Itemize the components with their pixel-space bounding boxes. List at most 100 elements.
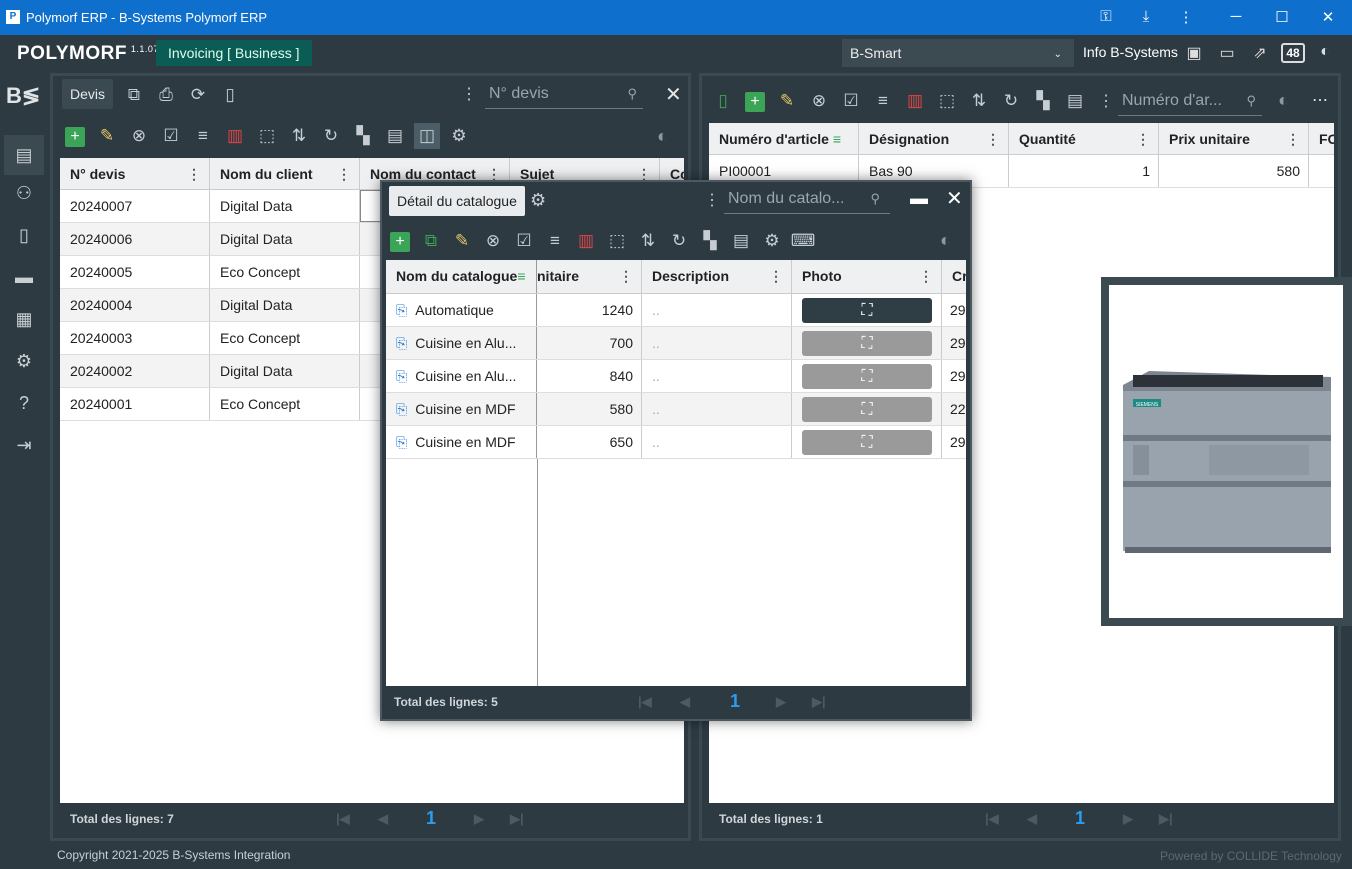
table-row[interactable]: ⎘ Cuisine en Alu... 840 .. ⛶ 29 — [386, 360, 966, 393]
notification-badge[interactable]: 48 — [1281, 43, 1305, 63]
document-link-icon[interactable]: ⎘ — [396, 302, 407, 318]
add-icon[interactable]: + — [742, 88, 768, 114]
close-panel-icon[interactable]: ✕ — [665, 82, 682, 107]
next-page-icon[interactable]: ▶ — [474, 811, 484, 827]
add-document-icon[interactable]: ▯ — [710, 88, 736, 114]
minimize-button[interactable]: ─ — [1224, 8, 1248, 25]
column-menu-icon[interactable]: ⋮ — [769, 260, 783, 292]
current-page[interactable]: 1 — [730, 691, 740, 712]
prev-page-icon[interactable]: ◀ — [680, 694, 690, 710]
article-search-input[interactable]: Numéro d'ar... ⚲ — [1118, 86, 1262, 116]
prev-page-icon[interactable]: ◀ — [378, 811, 388, 827]
convert-icon[interactable]: ⟳ — [185, 82, 211, 108]
more-options-icon[interactable]: ⋮ — [461, 84, 477, 104]
next-page-icon[interactable]: ▶ — [1123, 811, 1133, 827]
delete-icon[interactable]: ▥ — [573, 228, 599, 254]
add-icon[interactable]: + — [62, 123, 88, 149]
edit-icon[interactable]: ✎ — [94, 123, 120, 149]
view-photo-button[interactable]: ⛶ — [802, 364, 932, 389]
column-menu-icon[interactable]: ⋮ — [1136, 123, 1150, 154]
help-icon[interactable]: ? — [8, 387, 40, 419]
column-menu-icon[interactable]: ⋮ — [919, 260, 933, 292]
column-menu-icon[interactable]: ⋮ — [619, 260, 633, 292]
add-icon[interactable]: + — [387, 228, 413, 254]
theme-icon[interactable]: ◐ — [657, 126, 668, 147]
tab-devis[interactable]: Devis — [62, 79, 114, 109]
documents-icon[interactable]: ▯ — [8, 219, 40, 251]
col-client-name[interactable]: Nom du client ⋮ — [210, 158, 360, 189]
view-photo-button[interactable]: ⛶ — [802, 430, 932, 455]
column-select-icon[interactable]: ▚ — [1030, 88, 1056, 114]
info-company-link[interactable]: Info B-Systems — [1083, 44, 1178, 60]
document-link-icon[interactable]: ⎘ — [396, 401, 407, 417]
select-all-icon[interactable]: ⬚ — [934, 88, 960, 114]
bulk-edit-icon[interactable]: ≡ — [542, 228, 568, 254]
column-select-icon[interactable]: ▚ — [350, 123, 376, 149]
close-dialog-icon[interactable]: ✕ — [946, 186, 963, 211]
theme-icon[interactable]: ◐ — [940, 230, 951, 251]
column-menu-icon[interactable]: ⋮ — [337, 158, 351, 189]
quote-search-input[interactable]: N° devis ⚲ — [485, 79, 643, 109]
table-row[interactable]: ⎘ Cuisine en MDF 650 .. ⛶ 29 — [386, 426, 966, 459]
sort-icon[interactable]: ⇅ — [635, 228, 661, 254]
more-options-icon[interactable]: ⋮ — [1098, 91, 1114, 111]
module-label[interactable]: Invoicing [ Business ] — [156, 40, 312, 66]
current-page[interactable]: 1 — [1075, 808, 1085, 829]
copy-icon[interactable]: ⧉ — [121, 82, 147, 108]
view-photo-button[interactable]: ⛶ — [802, 331, 932, 356]
user-settings-icon[interactable]: ⚇ — [8, 177, 40, 209]
column-menu-icon[interactable]: ⋮ — [187, 158, 201, 189]
calendar-icon[interactable]: ▦ — [8, 303, 40, 335]
col-unit-price[interactable]: Prix unitaire ⋮ — [1159, 123, 1309, 154]
edit-icon[interactable]: ✎ — [449, 228, 475, 254]
document-link-icon[interactable]: ⎘ — [396, 335, 407, 351]
table-row[interactable]: ⎘ Automatique 1240 .. ⛶ 29 — [386, 294, 966, 327]
sort-icon[interactable]: ⇅ — [286, 123, 312, 149]
refresh-icon[interactable]: ↻ — [998, 88, 1024, 114]
col-more[interactable]: FO — [1309, 123, 1334, 154]
maximize-dialog-icon[interactable]: ▬ — [910, 188, 928, 209]
edit-icon[interactable]: ✎ — [774, 88, 800, 114]
select-all-icon[interactable]: ⬚ — [254, 123, 280, 149]
col-description[interactable]: Description ⋮ — [642, 260, 792, 293]
table-row[interactable]: ⎘ Cuisine en Alu... 700 .. ⛶ 29 — [386, 327, 966, 360]
more-horizontal-icon[interactable]: ⋯ — [1312, 90, 1328, 110]
column-menu-icon[interactable]: ⋮ — [986, 123, 1000, 154]
first-page-icon[interactable]: |◀ — [638, 694, 652, 710]
next-page-icon[interactable]: ▶ — [776, 694, 786, 710]
last-page-icon[interactable]: ▶| — [812, 694, 826, 710]
document-link-icon[interactable]: ⎘ — [396, 368, 407, 384]
select-all-icon[interactable]: ⬚ — [604, 228, 630, 254]
copy-icon[interactable]: ⧉ — [418, 228, 444, 254]
col-photo[interactable]: Photo ⋮ — [792, 260, 942, 293]
gear-icon[interactable]: ⚙ — [8, 345, 40, 377]
view-photo-button[interactable]: ⛶ — [802, 298, 932, 323]
col-catalogue-name[interactable]: Nom du catalogue≡ — [386, 260, 537, 293]
column-select-icon[interactable]: ▚ — [697, 228, 723, 254]
theme-icon[interactable]: ◐ — [1278, 90, 1289, 111]
col-quote-number[interactable]: N° devis ⋮ — [60, 158, 210, 189]
close-window-button[interactable]: ✕ — [1316, 8, 1340, 26]
split-view-icon[interactable]: ◫ — [414, 123, 440, 149]
delete-icon[interactable]: ▥ — [902, 88, 928, 114]
col-more[interactable]: Cr — [942, 260, 966, 293]
layout-icon[interactable]: ▤ — [382, 123, 408, 149]
view-photo-button[interactable]: ⛶ — [802, 397, 932, 422]
col-designation[interactable]: Désignation ⋮ — [859, 123, 1009, 154]
user-profile-icon[interactable]: ▣ — [1183, 43, 1205, 63]
cancel-icon[interactable]: ⊗ — [126, 123, 152, 149]
download-icon[interactable]: ⤓ — [1134, 8, 1158, 25]
cancel-icon[interactable]: ⊗ — [806, 88, 832, 114]
bulk-edit-icon[interactable]: ≡ — [870, 88, 896, 114]
validate-icon[interactable]: ☑ — [838, 88, 864, 114]
more-menu-icon[interactable]: ⋮ — [1174, 8, 1198, 26]
chat-icon[interactable]: ▬ — [8, 261, 40, 293]
first-page-icon[interactable]: |◀ — [336, 811, 350, 827]
table-row[interactable]: ⎘ Cuisine en MDF 580 .. ⛶ 22 — [386, 393, 966, 426]
current-page[interactable]: 1 — [426, 808, 436, 829]
invoice-icon[interactable]: ▤ — [4, 135, 44, 175]
settings-icon[interactable]: ⚙ — [446, 123, 472, 149]
validate-icon[interactable]: ☑ — [158, 123, 184, 149]
theme-toggle-icon[interactable]: ◐ — [1314, 43, 1336, 63]
refresh-icon[interactable]: ↻ — [318, 123, 344, 149]
